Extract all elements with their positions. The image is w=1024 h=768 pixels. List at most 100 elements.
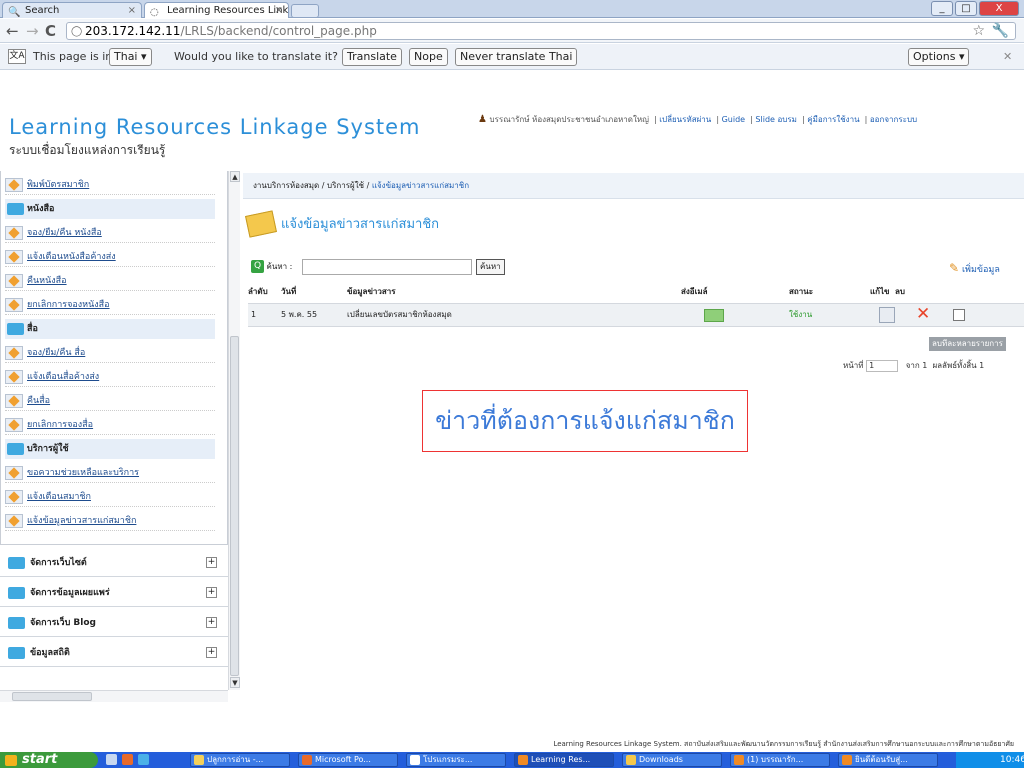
sidebar-item-link[interactable]: ยกเลิกการจองสื่อ (27, 420, 93, 430)
breadcrumb-current[interactable]: แจ้งข้อมูลข่าวสารแก่สมาชิก (372, 181, 469, 190)
ie-icon[interactable] (138, 754, 149, 765)
sidebar-item[interactable]: แจ้งเตือนหนังสือค้างส่ง (5, 247, 215, 267)
edit-icon[interactable] (879, 307, 895, 323)
translate-infobar: 文A This page is in Thai ▾ Would you like… (0, 44, 1024, 70)
add-data-link[interactable]: ✎ เพิ่มข้อมูล (949, 259, 1000, 279)
minimize-button[interactable]: _ (931, 1, 953, 16)
start-button[interactable]: start (0, 752, 98, 768)
sidebar-item[interactable]: คืนสื่อ (5, 391, 215, 411)
column-header: สถานะ (789, 287, 813, 296)
sidebar-item-link[interactable]: จอง/ยืม/คืน หนังสือ (27, 228, 102, 238)
sidebar-item-link[interactable]: ยกเลิกการจองหนังสือ (27, 300, 110, 310)
close-icon[interactable]: × (128, 3, 136, 18)
close-icon[interactable]: ✕ (1003, 45, 1012, 69)
expand-plus-icon[interactable]: + (206, 557, 217, 568)
app-icon (626, 755, 636, 765)
sidebar-item-link[interactable]: พิมพ์บัตรสมาชิก (27, 180, 89, 190)
taskbar-button[interactable]: โปรแกรมระ... (406, 753, 506, 767)
sidebar-item[interactable]: ยกเลิกการจองสื่อ (5, 415, 215, 435)
sidebar-item-link[interactable]: คืนหนังสือ (27, 276, 67, 286)
sidebar-item[interactable]: ขอความช่วยเหลือและบริการ (5, 463, 215, 483)
sidebar-item-link[interactable]: แจ้งเตือนสมาชิก (27, 492, 91, 502)
guide-link[interactable]: Guide (722, 115, 746, 124)
sidebar-item-link[interactable]: คืนสื่อ (27, 396, 50, 406)
sidebar-item-link[interactable]: ขอความช่วยเหลือและบริการ (27, 468, 139, 478)
expand-plus-icon[interactable]: + (206, 587, 217, 598)
sidebar-vertical-scrollbar[interactable]: ▲ ▼ (228, 171, 240, 690)
taskbar-button[interactable]: ยินดีต้อนรับสู่... (838, 753, 938, 767)
url-path: /LRLS/backend/control_page.php (180, 24, 377, 38)
sidebar-group[interactable]: จัดการเว็บ Blog + (0, 609, 228, 637)
scroll-down-icon[interactable]: ▼ (230, 677, 240, 688)
sidebar-item[interactable]: แจ้งเตือนสื่อค้างส่ง (5, 367, 215, 387)
row-checkbox[interactable] (953, 309, 965, 321)
send-email-icon[interactable] (704, 309, 724, 322)
bulk-delete-button[interactable]: ลบทีละหลายรายการ (929, 337, 1006, 351)
maximize-button[interactable]: □ (955, 1, 977, 16)
pencil-icon: ✎ (949, 261, 960, 275)
sidebar-item[interactable]: จอง/ยืม/คืน สื่อ (5, 343, 215, 363)
sidebar-item[interactable]: แจ้งเตือนสมาชิก (5, 487, 215, 507)
url-field[interactable]: ◯ 203.172.142.11/LRLS/backend/control_pa… (66, 22, 1016, 40)
page-number-input[interactable]: 1 (866, 359, 899, 372)
pencil-icon (5, 417, 23, 432)
expand-plus-icon[interactable]: + (206, 647, 217, 658)
sidebar-group[interactable]: ข้อมูลสถิติ + (0, 639, 228, 667)
taskbar-button[interactable]: Learning Res... (514, 753, 614, 767)
sidebar-item[interactable]: แจ้งข้อมูลข่าวสารแก่สมาชิก (5, 511, 215, 531)
tab-label: Search (25, 5, 60, 16)
new-tab-button[interactable] (291, 4, 319, 18)
browser-tab-bar: 🔍 Search × ◌ Learning Resources Linkage … (0, 0, 1024, 18)
sidebar-item[interactable]: คืนหนังสือ (5, 271, 215, 291)
show-desktop-icon[interactable] (106, 754, 117, 765)
scroll-thumb[interactable] (230, 336, 239, 676)
slide-link[interactable]: Slide อบรม (755, 115, 797, 124)
sidebar-item[interactable]: จอง/ยืม/คืน หนังสือ (5, 223, 215, 243)
back-arrow-icon[interactable]: ← (6, 21, 19, 41)
tab-learning-resources[interactable]: ◌ Learning Resources Linkage Sy × (144, 2, 289, 18)
search-icon: Q (251, 260, 264, 273)
annotation-box: ข่าวที่ต้องการแจ้งแก่สมาชิก (422, 390, 748, 452)
sidebar-horizontal-scrollbar[interactable] (0, 690, 228, 702)
row-number: 1 (251, 310, 257, 319)
page-footer: Learning Resources Linkage System. สถาบั… (0, 737, 1024, 752)
sidebar-item-link[interactable]: แจ้งเตือนสื่อค้างส่ง (27, 372, 99, 382)
taskbar-button[interactable]: Microsoft Po... (298, 753, 398, 767)
pencil-icon (5, 273, 23, 288)
globe-icon: ◌ (150, 7, 159, 18)
sidebar-group[interactable]: จัดการข้อมูลเผยแพร่ + (0, 579, 228, 607)
sidebar-item[interactable]: ยกเลิกการจองหนังสือ (5, 295, 215, 315)
tab-label: Learning Resources Linkage Sy (167, 5, 289, 16)
scroll-up-icon[interactable]: ▲ (230, 171, 240, 182)
taskbar-button[interactable]: Downloads (622, 753, 722, 767)
scroll-thumb[interactable] (12, 692, 92, 701)
change-password-link[interactable]: เปลี่ยนรหัสผ่าน (659, 115, 711, 124)
sidebar-group[interactable]: จัดการเว็บไซต์ + (0, 549, 228, 577)
sidebar-item-link[interactable]: แจ้งเตือนหนังสือค้างส่ง (27, 252, 116, 262)
expand-plus-icon[interactable]: + (206, 617, 217, 628)
search-button[interactable]: ค้นหา (476, 259, 505, 275)
manual-link[interactable]: คู่มือการใช้งาน (807, 115, 859, 124)
nope-button[interactable]: Nope (409, 48, 448, 66)
search-input[interactable] (302, 259, 472, 275)
close-icon[interactable]: × (275, 3, 283, 18)
options-button[interactable]: Options ▾ (908, 48, 970, 66)
forward-arrow-icon[interactable]: → (26, 21, 39, 41)
taskbar-button[interactable]: (1) บรรณารัก... (730, 753, 830, 767)
wrench-icon[interactable]: 🔧 (992, 23, 1009, 39)
star-icon[interactable]: ☆ (972, 23, 985, 39)
column-header: ลบ (895, 287, 905, 296)
sidebar-item-link[interactable]: จอง/ยืม/คืน สื่อ (27, 348, 85, 358)
logout-link[interactable]: ออกจากระบบ (870, 115, 917, 124)
sidebar-item-link[interactable]: แจ้งข้อมูลข่าวสารแก่สมาชิก (27, 516, 136, 526)
close-window-button[interactable]: X (979, 1, 1019, 16)
firefox-icon[interactable] (122, 754, 133, 765)
sidebar-item[interactable]: พิมพ์บัตรสมาชิก (5, 175, 215, 195)
taskbar-button[interactable]: ปลูกการอ่าน -... (190, 753, 290, 767)
delete-icon[interactable]: ✕ (916, 303, 930, 325)
tab-search[interactable]: 🔍 Search × (2, 2, 142, 18)
reload-icon[interactable]: C (45, 21, 56, 41)
language-select[interactable]: Thai ▾ (109, 48, 152, 66)
never-translate-button[interactable]: Never translate Thai (455, 48, 578, 66)
translate-button[interactable]: Translate (342, 48, 402, 66)
